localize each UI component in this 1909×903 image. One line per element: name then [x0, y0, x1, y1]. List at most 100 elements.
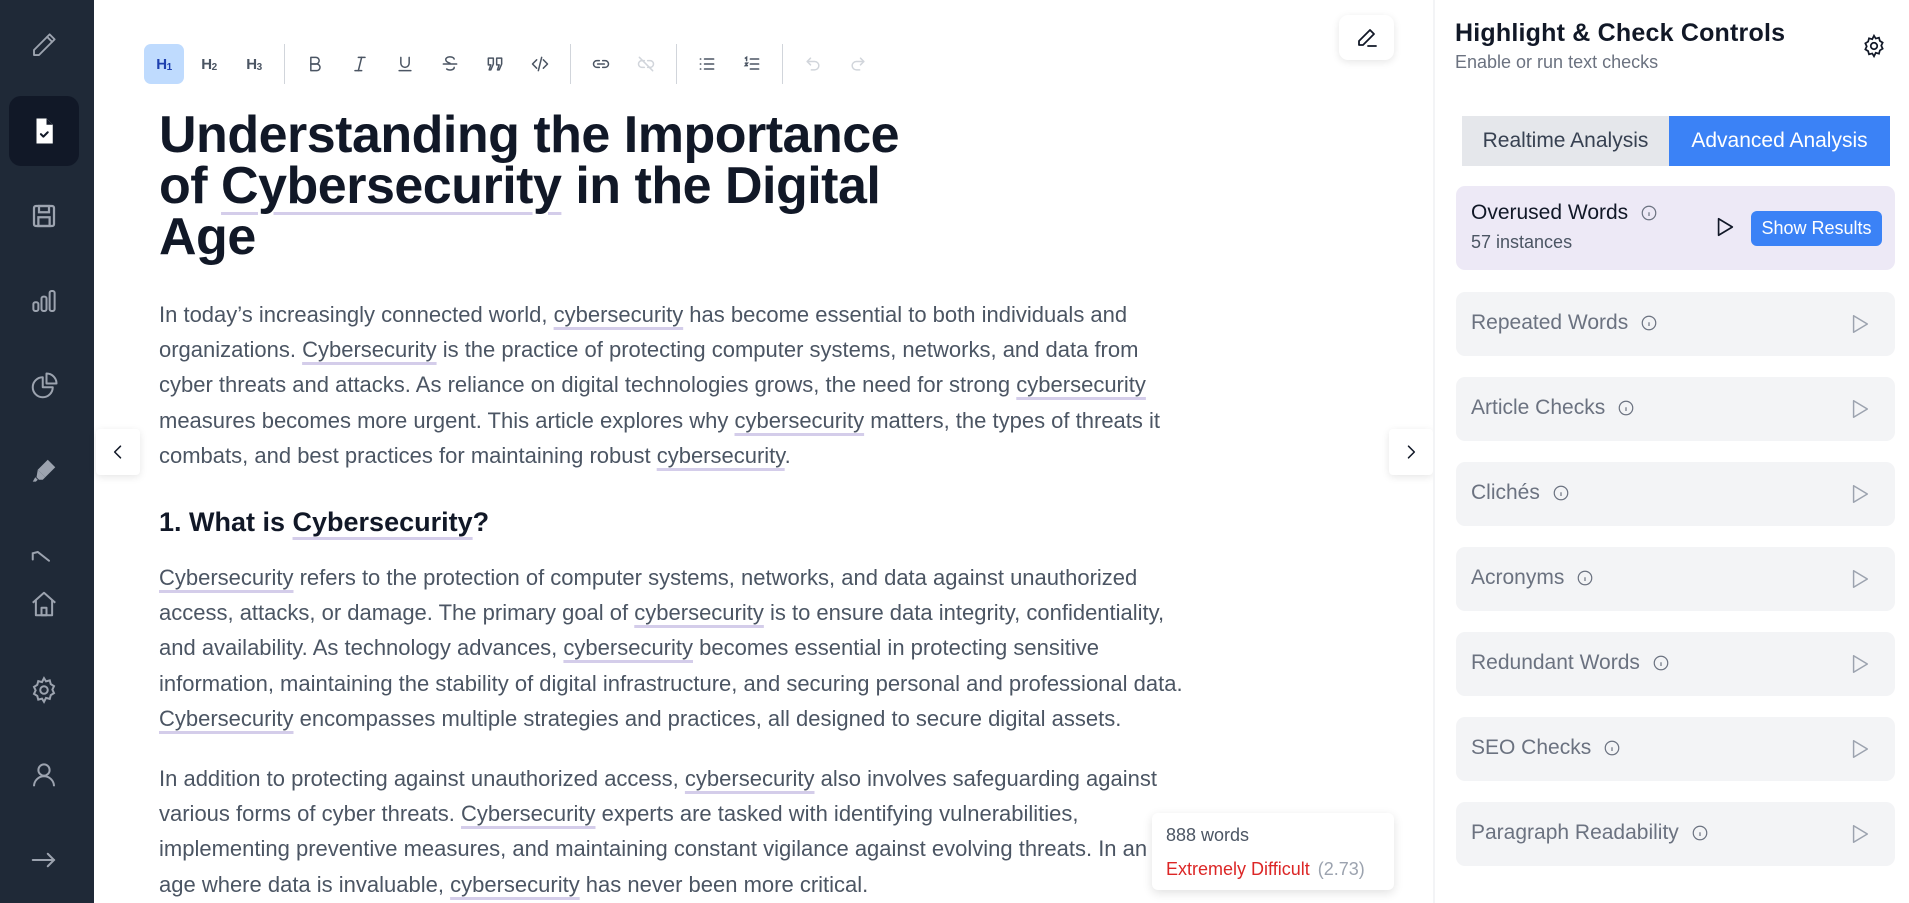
code-icon [531, 56, 549, 72]
highlighted-word[interactable]: Cybersecurity [159, 706, 293, 731]
collapse-left-button[interactable] [96, 429, 140, 475]
check-card-acronyms[interactable]: Acronyms [1456, 547, 1895, 611]
info-icon[interactable] [1691, 824, 1709, 842]
bullet-list-icon [699, 58, 715, 70]
sidebar-item-collapse[interactable] [9, 825, 79, 895]
highlighter-icon [32, 459, 56, 482]
check-card-overused-words[interactable]: Overused Words 57 instances Show Results [1456, 186, 1895, 270]
home-icon [32, 591, 56, 617]
sidebar-item-home[interactable] [9, 569, 79, 639]
check-card-seo-checks[interactable]: SEO Checks [1456, 717, 1895, 781]
highlighted-word[interactable]: cybersecurity [657, 443, 785, 468]
highlighted-word[interactable]: Cybersecurity [221, 157, 562, 215]
highlighted-word[interactable]: cybersecurity [563, 635, 693, 660]
sidebar-item-analytics[interactable] [9, 351, 79, 421]
pen-icon [1357, 28, 1377, 47]
check-label: Overused Words [1471, 201, 1629, 224]
chevron-right-icon [1407, 445, 1416, 459]
info-icon[interactable] [1603, 739, 1621, 757]
bar-chart-icon [32, 290, 56, 312]
check-card-article-checks[interactable]: Article Checks [1456, 377, 1895, 441]
h2-icon: H2 [201, 55, 217, 73]
document-content[interactable]: Understanding the Importance of Cybersec… [159, 109, 1199, 902]
play-icon[interactable] [1849, 483, 1871, 505]
highlighted-word[interactable]: cybersecurity [634, 600, 764, 625]
link-button[interactable] [581, 44, 621, 84]
word-count: 888 words [1166, 825, 1250, 845]
settings-icon[interactable] [1861, 33, 1887, 59]
highlighted-word[interactable]: cybersecurity [735, 408, 865, 433]
check-card-cliches[interactable]: Clichés [1456, 462, 1895, 526]
bullet-list-button[interactable] [687, 44, 727, 84]
undo-button[interactable] [793, 44, 833, 84]
edit-mode-button[interactable] [1339, 15, 1394, 60]
arrow-right-icon [31, 852, 56, 868]
strikethrough-button[interactable] [430, 44, 470, 84]
paragraph: Cybersecurity refers to the protection o… [159, 560, 1189, 736]
tab-realtime-analysis[interactable]: Realtime Analysis [1462, 116, 1669, 166]
highlighted-word[interactable]: Cybersecurity [461, 801, 595, 826]
quote-button[interactable] [475, 44, 515, 84]
readability-score: (2.73) [1317, 859, 1365, 879]
show-results-button[interactable]: Show Results [1751, 211, 1882, 246]
play-icon[interactable] [1849, 653, 1871, 675]
sidebar-item-highlight[interactable] [9, 436, 79, 506]
readability-level: Extremely Difficult [1166, 859, 1310, 879]
sidebar-item-stats[interactable] [9, 266, 79, 336]
highlighted-word[interactable]: cybersecurity [554, 302, 684, 327]
play-icon[interactable] [1849, 738, 1871, 760]
text-run: has never been more critical. [579, 871, 869, 897]
highlighted-word[interactable]: Cybersecurity [302, 337, 436, 362]
redo-button[interactable] [838, 44, 878, 84]
corner-icon [31, 550, 50, 562]
text-run: In addition to protecting against unauth… [159, 766, 685, 792]
underline-button[interactable] [385, 44, 425, 84]
info-icon[interactable] [1640, 314, 1658, 332]
code-button[interactable] [520, 44, 560, 84]
info-icon[interactable] [1576, 569, 1594, 587]
play-icon[interactable] [1849, 398, 1871, 420]
heading-1-button[interactable]: H1 [144, 44, 184, 84]
unlink-button[interactable] [626, 44, 666, 84]
bold-button[interactable] [295, 44, 335, 84]
sidebar-item-check-document[interactable] [9, 96, 79, 166]
highlighted-word[interactable]: cybersecurity [685, 766, 815, 791]
play-icon[interactable] [1849, 568, 1871, 590]
check-card-paragraph-readability[interactable]: Paragraph Readability [1456, 802, 1895, 866]
heading-3-button[interactable]: H3 [234, 44, 274, 84]
check-card-redundant-words[interactable]: Redundant Words [1456, 632, 1895, 696]
check-count: 57 instances [1471, 232, 1573, 252]
link-icon [592, 59, 610, 69]
info-icon[interactable] [1640, 204, 1658, 222]
sidebar-item-write[interactable] [9, 10, 79, 80]
play-icon[interactable] [1714, 216, 1736, 238]
info-icon[interactable] [1652, 654, 1670, 672]
sidebar-item-settings[interactable] [9, 655, 79, 725]
play-icon[interactable] [1849, 313, 1871, 335]
ordered-list-button[interactable] [732, 44, 772, 84]
info-icon[interactable] [1552, 484, 1570, 502]
play-icon[interactable] [1849, 823, 1871, 845]
italic-button[interactable] [340, 44, 380, 84]
sidebar-item-save[interactable] [9, 181, 79, 251]
toolbar-divider [782, 44, 783, 84]
highlighted-word[interactable]: Cybersecurity [293, 507, 473, 537]
sidebar-item-profile[interactable] [9, 740, 79, 810]
collapse-right-button[interactable] [1389, 429, 1433, 475]
check-label: Redundant Words [1471, 651, 1640, 674]
text-run: In today’s increasingly connected world, [159, 302, 554, 327]
text-run: . [784, 442, 791, 468]
check-label: Paragraph Readability [1471, 821, 1679, 844]
pie-chart-icon [31, 372, 58, 399]
check-controls-panel: Highlight & Check Controls Enable or run… [1433, 0, 1909, 903]
heading-2-button[interactable]: H2 [189, 44, 229, 84]
redo-icon [851, 57, 865, 71]
highlighted-word[interactable]: cybersecurity [450, 872, 580, 897]
panel-title: Highlight & Check Controls [1455, 19, 1786, 47]
info-icon[interactable] [1617, 399, 1635, 417]
check-card-repeated-words[interactable]: Repeated Words [1456, 292, 1895, 356]
highlighted-word[interactable]: Cybersecurity [159, 565, 293, 590]
tab-advanced-analysis[interactable]: Advanced Analysis [1669, 116, 1890, 166]
undo-icon [806, 57, 820, 71]
highlighted-word[interactable]: cybersecurity [1016, 372, 1146, 397]
